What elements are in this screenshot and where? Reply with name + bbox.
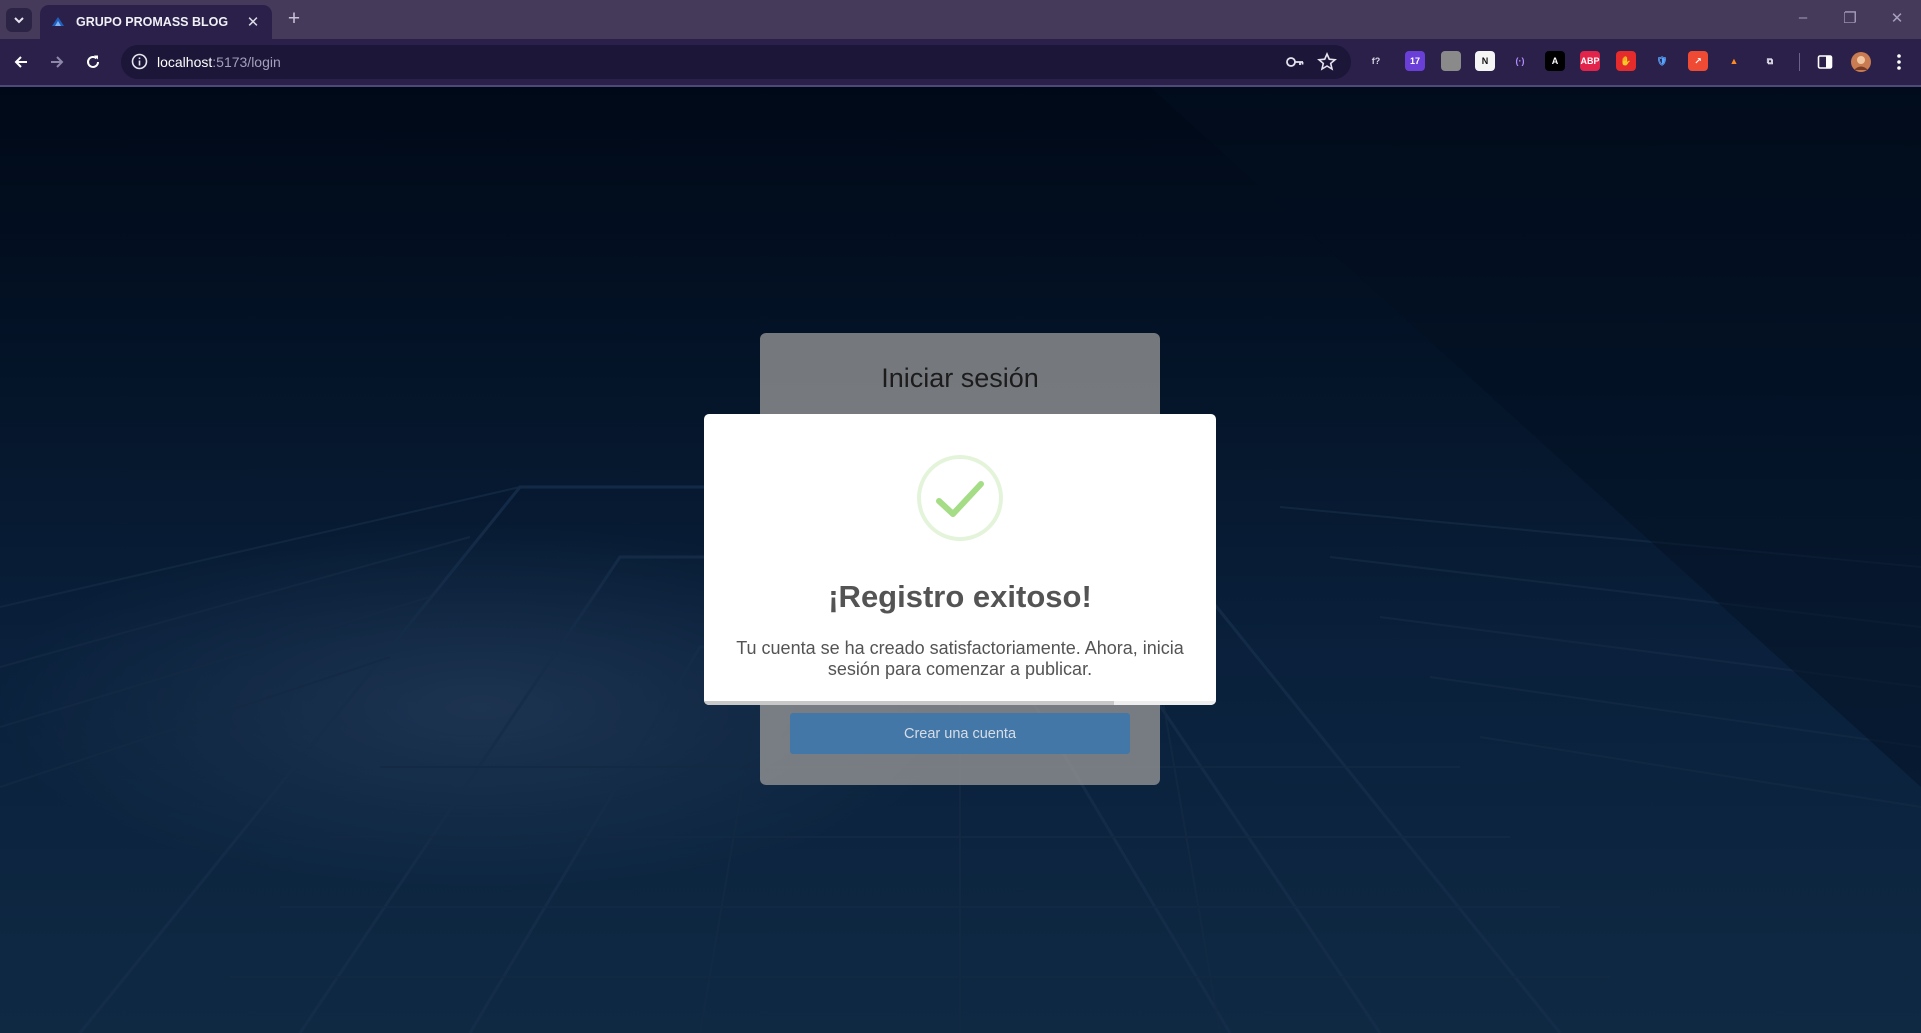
url-path: :5173/login — [212, 54, 281, 70]
window-close-icon[interactable]: ✕ — [1887, 9, 1907, 27]
formula-extension-icon[interactable]: f? — [1366, 51, 1386, 71]
bookmark-star-icon[interactable] — [1317, 52, 1337, 72]
arrow-extension-icon[interactable]: ↗ — [1688, 51, 1708, 71]
back-button[interactable] — [9, 50, 33, 74]
dialog-message: Tu cuenta se ha creado satisfactoriament… — [736, 638, 1184, 679]
login-heading: Iniciar sesión — [881, 363, 1039, 393]
password-key-icon[interactable] — [1285, 53, 1305, 71]
reload-icon — [87, 55, 99, 68]
forward-button[interactable] — [45, 50, 69, 74]
browser-tab-bar: GRUPO PROMASS BLOG ✕ + – ❐ ✕ — [0, 0, 1921, 39]
tab-close-icon[interactable]: ✕ — [244, 13, 262, 31]
arrow-left-icon — [14, 56, 27, 68]
browser-tab-active[interactable]: GRUPO PROMASS BLOG ✕ — [40, 5, 272, 39]
side-panel-icon — [1817, 55, 1833, 69]
adblock-extension-icon[interactable]: ABP — [1580, 51, 1600, 71]
reload-button[interactable] — [81, 50, 105, 74]
dialog-timer-progress-fill — [704, 701, 1114, 705]
tab-title: GRUPO PROMASS BLOG — [76, 15, 229, 29]
arrow-right-icon — [51, 56, 64, 68]
hand-extension-icon[interactable]: ✋ — [1616, 51, 1636, 71]
shield-extension-icon[interactable]: 🛡 — [1652, 51, 1672, 71]
site-favicon-icon — [52, 17, 64, 26]
create-account-button[interactable]: Crear una cuenta — [790, 713, 1130, 754]
success-dialog: ¡Registro exitoso! Tu cuenta se ha cread… — [704, 414, 1216, 705]
minimize-icon[interactable]: – — [1793, 9, 1813, 26]
notion-extension-icon[interactable]: N — [1475, 51, 1495, 71]
calendar-extension-icon[interactable]: 17 — [1405, 51, 1425, 71]
success-check-icon — [917, 455, 1003, 541]
code-extension-icon[interactable]: (·) — [1510, 51, 1530, 71]
chevron-down-icon — [14, 17, 24, 24]
dialog-timer-progress-bar — [704, 701, 1216, 705]
font-extension-icon[interactable]: A — [1545, 51, 1565, 71]
tab-search-button[interactable] — [6, 8, 32, 32]
url-host: localhost — [157, 54, 213, 70]
pin-extension-icon[interactable] — [1441, 51, 1461, 71]
url-text[interactable]: localhost:5173/login — [157, 54, 281, 70]
page-viewport: Iniciar sesión Crear una cuenta ¡Registr… — [0, 87, 1921, 1033]
avatar — [1851, 52, 1871, 72]
extensions-puzzle-icon[interactable]: ⧉ — [1760, 51, 1780, 71]
address-bar[interactable]: localhost:5173/login — [121, 45, 1351, 79]
restore-icon[interactable]: ❐ — [1840, 9, 1860, 27]
profile-avatar-button[interactable] — [1849, 50, 1873, 74]
more-vertical-icon — [1897, 54, 1901, 70]
side-panel-button[interactable] — [1813, 50, 1837, 74]
dialog-title: ¡Registro exitoso! — [828, 579, 1092, 614]
mascot-extension-icon[interactable]: ▲ — [1724, 51, 1744, 71]
new-tab-button[interactable]: + — [283, 7, 305, 31]
site-info-icon[interactable] — [131, 53, 148, 70]
browser-menu-button[interactable] — [1887, 50, 1911, 74]
browser-toolbar: localhost:5173/login f? 17 N (·) A ABP ✋ 🛡 ↗ ▲ ⧉ — [0, 39, 1921, 85]
toolbar-divider — [1799, 53, 1800, 71]
